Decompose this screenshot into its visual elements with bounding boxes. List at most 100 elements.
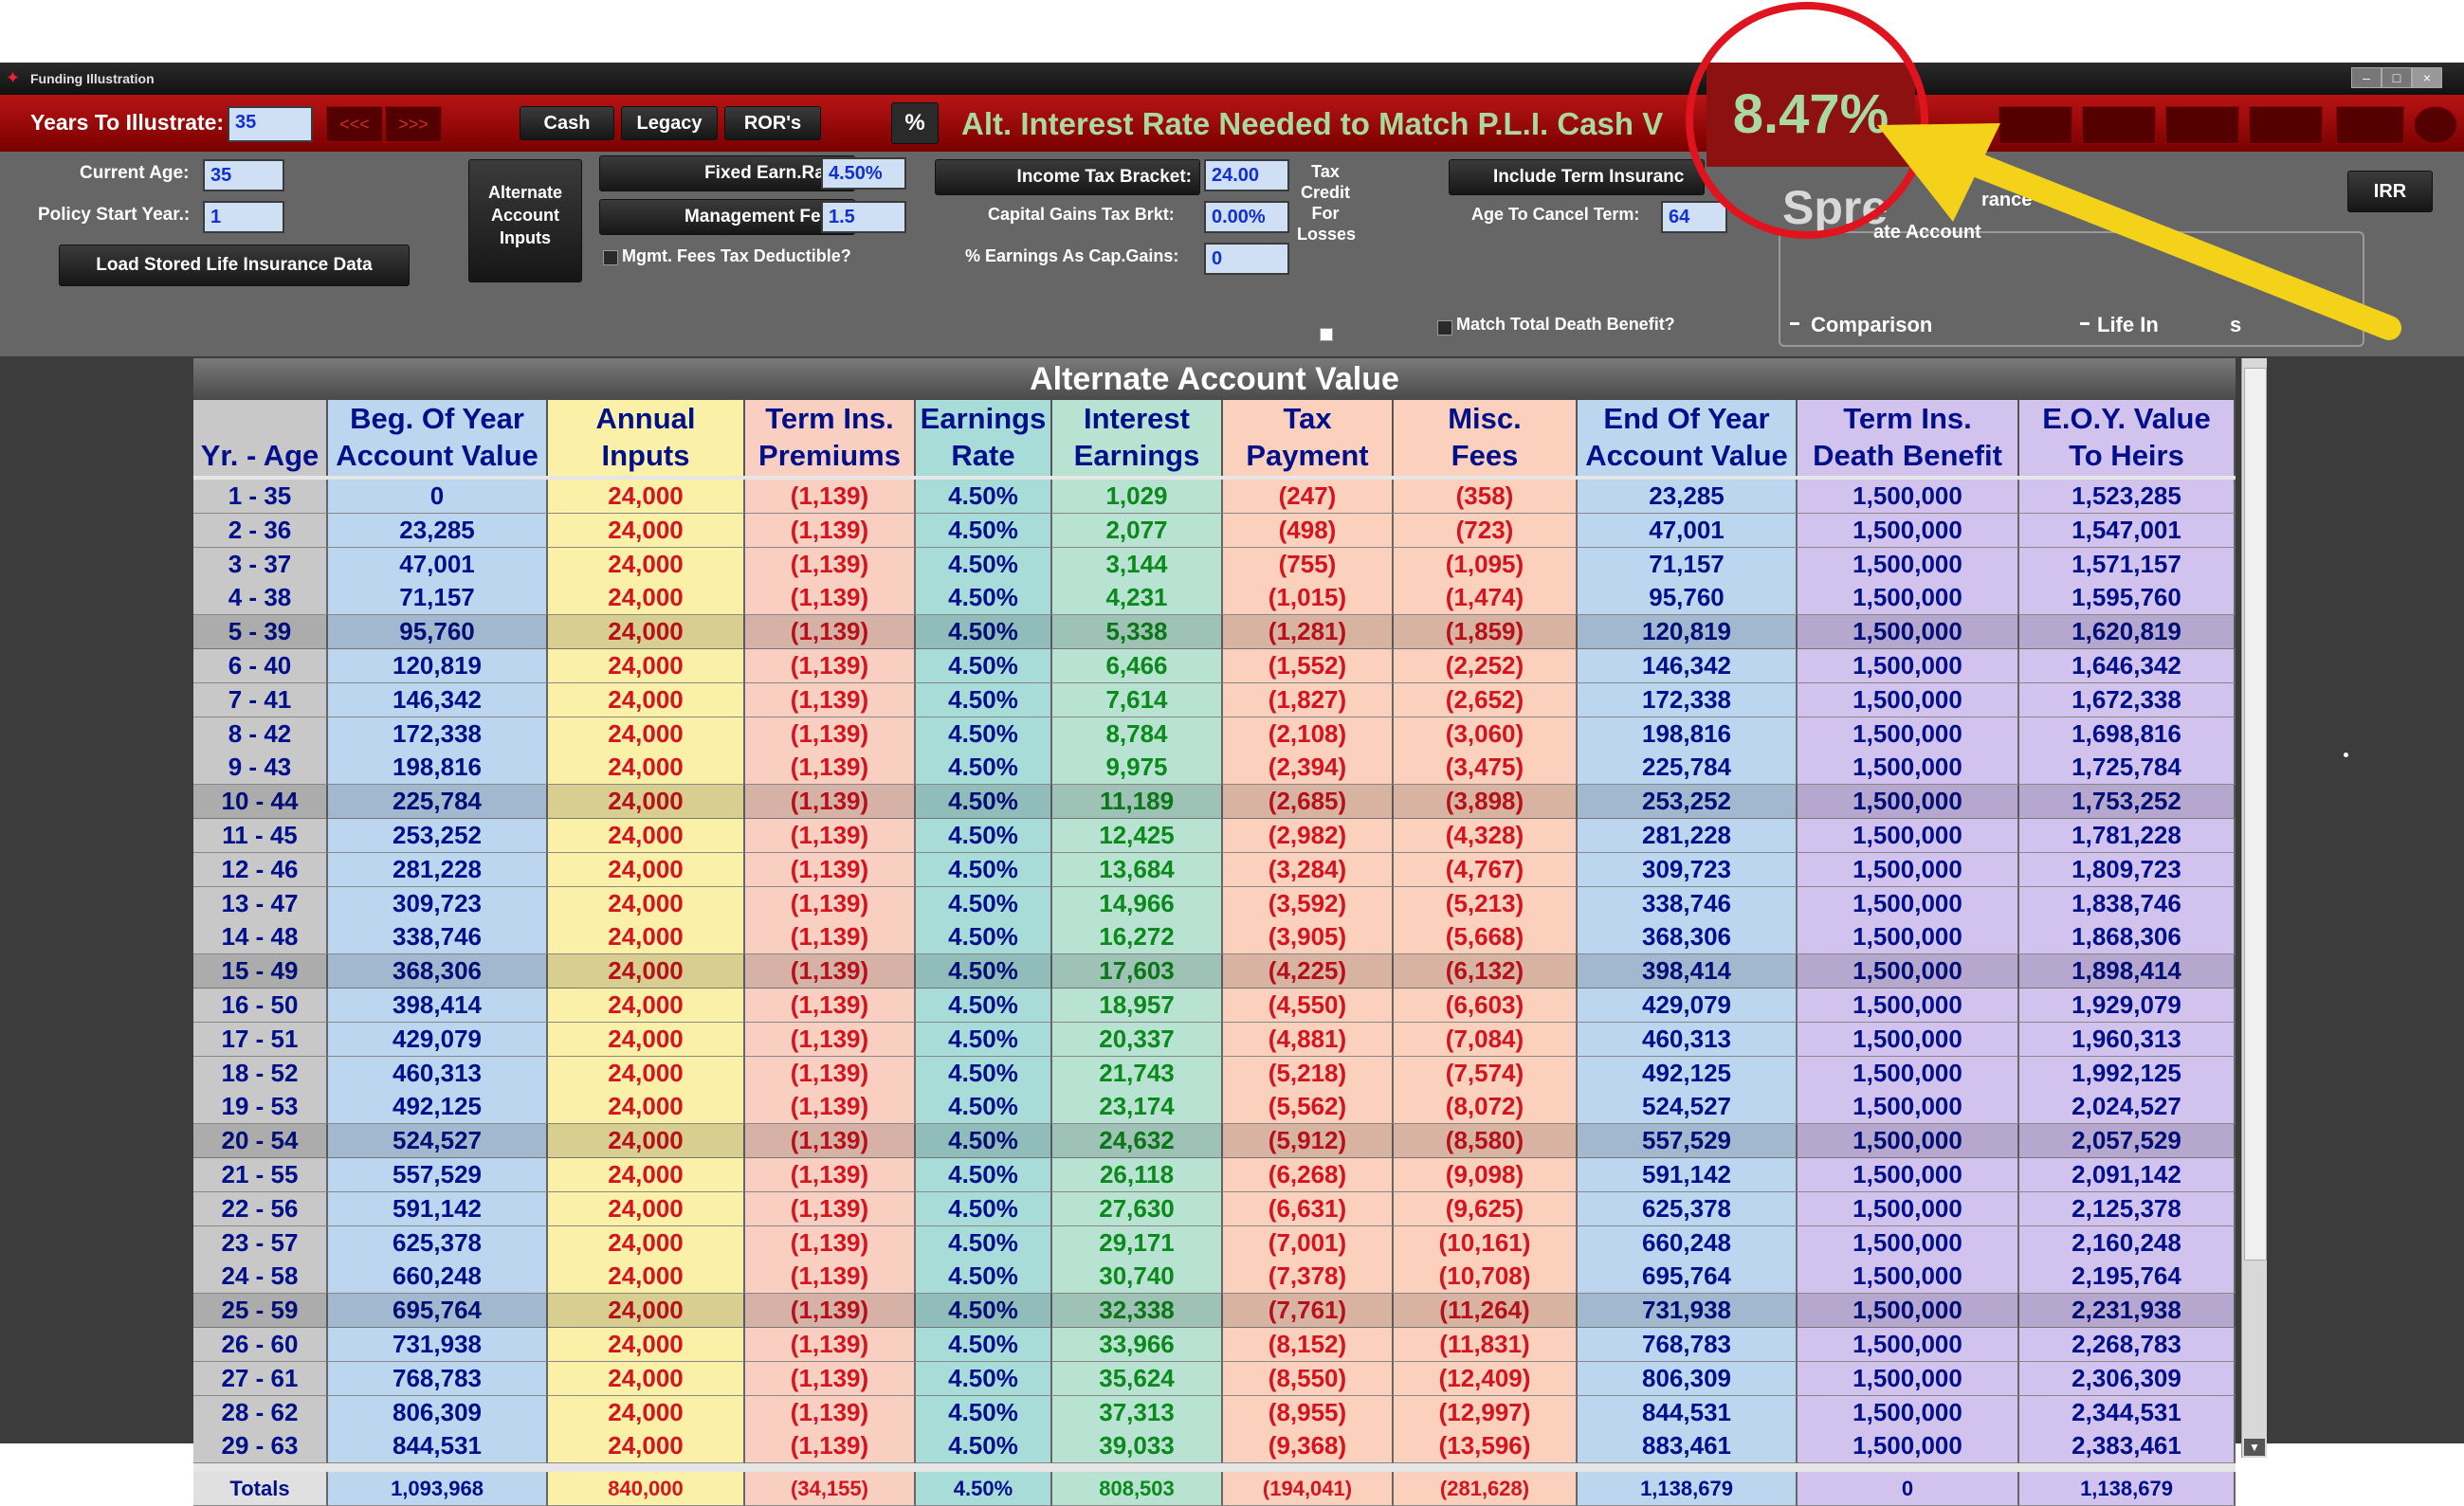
table-row[interactable]: 23 - 57 625,378 24,000 (1,139) 4.50% 29,171 (7… xyxy=(193,1225,2236,1261)
cell-interest-earnings: 5,338 xyxy=(1052,615,1223,650)
header-line-2: Premiums xyxy=(758,439,901,472)
header-eoy-to-heirs: E.O.Y. Value To Heirs xyxy=(2019,400,2236,476)
mgmt-fees-input[interactable]: 1.5 xyxy=(821,201,906,233)
cell-term-death-benefit: 1,500,000 xyxy=(1798,785,2019,820)
cell-term-premiums: (1,139) xyxy=(745,1090,916,1125)
minimize-icon[interactable]: – xyxy=(2351,67,2382,88)
cell-beg-of-year: 557,529 xyxy=(328,1158,548,1192)
table-row[interactable]: 11 - 45 253,252 24,000 (1,139) 4.50% 12,425 (2… xyxy=(193,819,2236,853)
tab-rors[interactable]: ROR's xyxy=(724,106,821,140)
cell-beg-of-year: 23,285 xyxy=(328,513,548,548)
mgmt-deductible-label: Mgmt. Fees Tax Deductible? xyxy=(622,246,851,265)
tax-credit-checkbox[interactable] xyxy=(1320,328,1333,341)
table-row[interactable]: 4 - 38 71,157 24,000 (1,139) 4.50% 4,231 (1,01… xyxy=(193,581,2236,616)
table-row[interactable]: 20 - 54 524,527 24,000 (1,139) 4.50% 24,632 (5… xyxy=(193,1124,2236,1159)
comparison-radio[interactable] xyxy=(1790,322,1799,325)
cell-interest-earnings: 6,466 xyxy=(1052,649,1223,683)
cell-eoy-to-heirs: 2,160,248 xyxy=(2019,1225,2236,1261)
table-row[interactable]: 6 - 40 120,819 24,000 (1,139) 4.50% 6,466 (1,5… xyxy=(193,649,2236,683)
table-row[interactable]: 12 - 46 281,228 24,000 (1,139) 4.50% 13,684 (3… xyxy=(193,852,2236,887)
cell-end-of-year: 625,378 xyxy=(1578,1191,1798,1226)
table-row[interactable]: 14 - 48 338,746 24,000 (1,139) 4.50% 16,272 (3… xyxy=(193,920,2236,955)
alternate-inputs-button[interactable]: Alternate Account Inputs xyxy=(468,159,582,282)
table-row[interactable]: 5 - 39 95,760 24,000 (1,139) 4.50% 5,338 (1,28… xyxy=(193,615,2236,650)
cell-yr-age: 19 - 53 xyxy=(193,1090,328,1125)
table-row[interactable]: 13 - 47 309,723 24,000 (1,139) 4.50% 14,966 (3… xyxy=(193,886,2236,921)
match-death-checkbox[interactable] xyxy=(1437,320,1452,336)
cell-end-of-year: 338,746 xyxy=(1578,886,1798,921)
tab-cash[interactable]: Cash xyxy=(520,106,614,140)
cell-eoy-to-heirs: 1,620,819 xyxy=(2019,615,2236,650)
close-icon[interactable]: × xyxy=(2412,67,2442,88)
cell-yr-age: 21 - 55 xyxy=(193,1158,328,1192)
table-row[interactable]: 8 - 42 172,338 24,000 (1,139) 4.50% 8,784 (2,1… xyxy=(193,717,2236,752)
cell-tax-payment: (1,015) xyxy=(1223,581,1394,616)
cell-end-of-year: 95,760 xyxy=(1578,581,1798,616)
table-row[interactable]: 24 - 58 660,248 24,000 (1,139) 4.50% 30,740 (7… xyxy=(193,1260,2236,1295)
cell-earnings-rate: 4.50% xyxy=(916,1090,1052,1125)
cell-yr-age: 8 - 42 xyxy=(193,717,328,752)
cell-interest-earnings: 23,174 xyxy=(1052,1090,1223,1125)
total-interest-earnings: 808,503 xyxy=(1052,1472,1223,1506)
cell-beg-of-year: 198,816 xyxy=(328,751,548,786)
table-row[interactable]: 3 - 37 47,001 24,000 (1,139) 4.50% 3,144 (755)… xyxy=(193,547,2236,582)
table-row[interactable]: 9 - 43 198,816 24,000 (1,139) 4.50% 9,975 (2,3… xyxy=(193,751,2236,786)
policy-start-input[interactable]: 1 xyxy=(203,201,284,233)
table-row[interactable]: 22 - 56 591,142 24,000 (1,139) 4.50% 27,630 (6… xyxy=(193,1191,2236,1226)
include-term-label[interactable]: Include Term Insuranc xyxy=(1449,159,1705,195)
fixed-earn-input[interactable]: 4.50% xyxy=(821,157,906,190)
income-tax-input[interactable]: 24.00 xyxy=(1204,159,1289,191)
years-input[interactable]: 35 xyxy=(228,106,313,142)
next-years-button[interactable]: >>> xyxy=(385,106,442,142)
current-age-input[interactable]: 35 xyxy=(203,159,284,191)
cell-beg-of-year: 95,760 xyxy=(328,615,548,650)
cell-earnings-rate: 4.50% xyxy=(916,1361,1052,1396)
cell-term-premiums: (1,139) xyxy=(745,1225,916,1261)
cell-interest-earnings: 21,743 xyxy=(1052,1056,1223,1091)
header-beg-of-year: Beg. Of Year Account Value xyxy=(328,400,548,476)
cell-tax-payment: (247) xyxy=(1223,480,1394,514)
table-row[interactable]: 16 - 50 398,414 24,000 (1,139) 4.50% 18,957 (4… xyxy=(193,989,2236,1023)
cell-misc-fees: (9,098) xyxy=(1394,1158,1578,1192)
cell-term-premiums: (1,139) xyxy=(745,1294,916,1329)
scrollbar-thumb[interactable] xyxy=(2244,368,2267,1261)
table-row[interactable]: 17 - 51 429,079 24,000 (1,139) 4.50% 20,337 (4… xyxy=(193,1022,2236,1057)
load-life-data-button[interactable]: Load Stored Life Insurance Data xyxy=(59,245,410,286)
table-row[interactable]: 7 - 41 146,342 24,000 (1,139) 4.50% 7,614 (1,8… xyxy=(193,682,2236,717)
table-row[interactable]: 29 - 63 844,531 24,000 (1,139) 4.50% 39,033 (9… xyxy=(193,1429,2236,1464)
table-row[interactable]: 10 - 44 225,784 24,000 (1,139) 4.50% 11,189 (2… xyxy=(193,785,2236,820)
header-line-1: Term Ins. xyxy=(765,402,894,435)
cell-interest-earnings: 33,966 xyxy=(1052,1328,1223,1362)
cell-earnings-rate: 4.50% xyxy=(916,1260,1052,1295)
cap-gains-input[interactable]: 0.00% xyxy=(1204,201,1289,233)
maximize-icon[interactable]: □ xyxy=(2382,67,2412,88)
cell-eoy-to-heirs: 1,595,760 xyxy=(2019,581,2236,616)
mgmt-deductible-checkbox[interactable] xyxy=(603,250,618,265)
table-row[interactable]: 18 - 52 460,313 24,000 (1,139) 4.50% 21,743 (5… xyxy=(193,1056,2236,1091)
table-row[interactable]: 28 - 62 806,309 24,000 (1,139) 4.50% 37,313 (8… xyxy=(193,1395,2236,1430)
percent-button[interactable]: % xyxy=(891,102,939,144)
table-row[interactable]: 26 - 60 731,938 24,000 (1,139) 4.50% 33,966 (8… xyxy=(193,1328,2236,1362)
scroll-indicator-dot xyxy=(2344,753,2348,757)
table-row[interactable]: 2 - 36 23,285 24,000 (1,139) 4.50% 2,077 (498)… xyxy=(193,513,2236,548)
cell-misc-fees: (10,708) xyxy=(1394,1260,1578,1295)
cell-earnings-rate: 4.50% xyxy=(916,1225,1052,1261)
table-row[interactable]: 1 - 35 0 24,000 (1,139) 4.50% 1,029 (247) (358)… xyxy=(193,480,2236,514)
table-row[interactable]: 21 - 55 557,529 24,000 (1,139) 4.50% 26,118 (6… xyxy=(193,1158,2236,1192)
scroll-down-icon[interactable]: ▼ xyxy=(2244,1439,2265,1456)
tab-legacy[interactable]: Legacy xyxy=(621,106,718,140)
table-row[interactable]: 19 - 53 492,125 24,000 (1,139) 4.50% 23,174 (5… xyxy=(193,1090,2236,1125)
table-scrollbar[interactable]: ▼ xyxy=(2241,358,2267,1458)
table-row[interactable]: 25 - 59 695,764 24,000 (1,139) 4.50% 32,338 (7… xyxy=(193,1294,2236,1329)
cell-interest-earnings: 1,029 xyxy=(1052,480,1223,514)
earnings-cg-input[interactable]: 0 xyxy=(1204,243,1289,275)
cell-annual-inputs: 24,000 xyxy=(548,1022,745,1057)
cell-term-premiums: (1,139) xyxy=(745,819,916,853)
age-cancel-input[interactable]: 64 xyxy=(1661,201,1727,233)
table-row[interactable]: 15 - 49 368,306 24,000 (1,139) 4.50% 17,603 (4… xyxy=(193,954,2236,989)
prev-years-button[interactable]: <<< xyxy=(326,106,383,142)
cell-yr-age: 5 - 39 xyxy=(193,615,328,650)
table-row[interactable]: 27 - 61 768,783 24,000 (1,139) 4.50% 35,624 (8… xyxy=(193,1361,2236,1396)
cell-term-premiums: (1,139) xyxy=(745,886,916,921)
cell-yr-age: 24 - 58 xyxy=(193,1260,328,1295)
